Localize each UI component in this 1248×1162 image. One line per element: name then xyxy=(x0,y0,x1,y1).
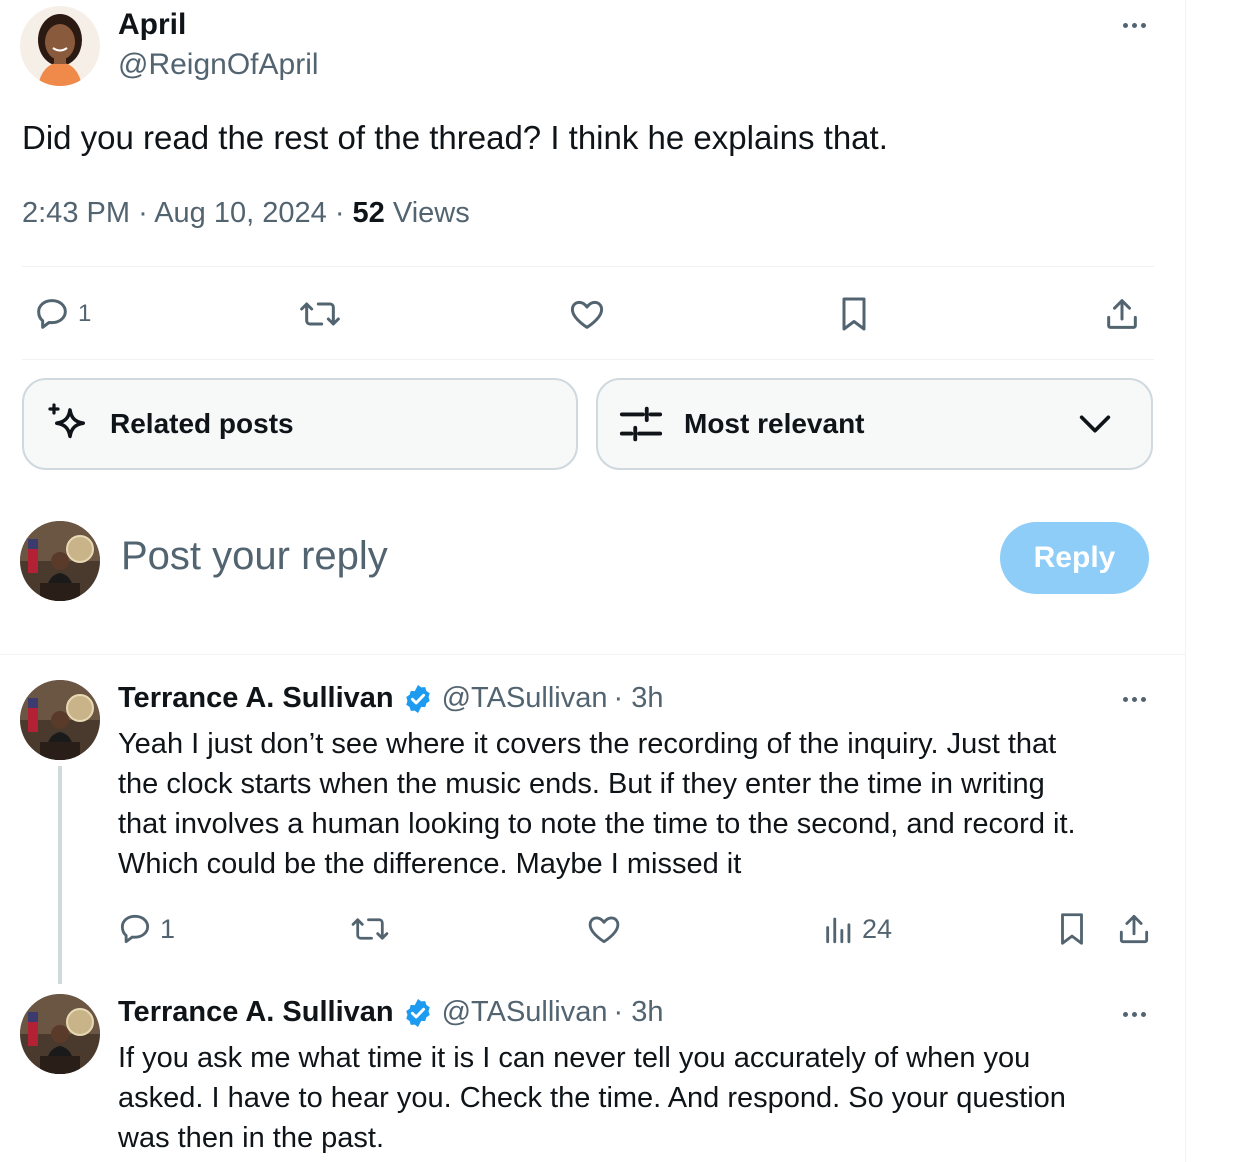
views-count: 52 xyxy=(352,197,385,229)
reply-text-line: that involves a human looking to note th… xyxy=(118,808,1076,840)
reply-text-line: was then in the past. xyxy=(118,1122,384,1154)
comment-icon xyxy=(120,914,150,944)
retweet-action[interactable] xyxy=(298,294,342,334)
sliders-icon xyxy=(619,406,663,442)
more-icon[interactable] xyxy=(1114,1004,1154,1024)
reply-action[interactable]: 1 xyxy=(116,910,175,948)
timeline-column: April @ReignOfApril Did you read the res… xyxy=(0,0,1186,1162)
share-icon xyxy=(1119,914,1149,944)
reply-time[interactable]: · 3h xyxy=(614,682,664,715)
like-action[interactable] xyxy=(585,910,623,948)
sparkle-icon xyxy=(48,403,85,439)
share-icon xyxy=(1107,299,1137,329)
reply-author-handle[interactable]: @TASullivan xyxy=(442,996,608,1029)
reply-author-name[interactable]: Terrance A. Sullivan xyxy=(118,996,394,1029)
views-action[interactable]: 24 xyxy=(822,910,892,948)
reply-text-line: the clock starts when the music ends. Bu… xyxy=(118,768,1045,800)
bookmark-icon xyxy=(1061,913,1083,945)
right-pane xyxy=(1187,0,1248,1162)
retweet-icon xyxy=(351,918,389,940)
reply-text: If you ask me what time it is I can neve… xyxy=(118,1038,1158,1158)
reply-text-line: Which could be the difference. Maybe I m… xyxy=(118,848,742,880)
reply-header: Terrance A. Sullivan @TASullivan · 3h xyxy=(118,682,664,715)
reply-text-line: Yeah I just don’t see where it covers th… xyxy=(118,728,1057,760)
verified-badge-icon xyxy=(405,684,430,713)
divider xyxy=(0,654,1186,655)
author-name[interactable]: April xyxy=(118,8,186,42)
bookmark-icon xyxy=(842,297,866,331)
like-icon xyxy=(570,300,604,329)
reply-count: 1 xyxy=(78,300,92,327)
divider xyxy=(22,359,1154,360)
more-icon[interactable] xyxy=(1114,15,1154,35)
reply-text: Yeah I just don’t see where it covers th… xyxy=(118,724,1158,884)
user-avatar[interactable] xyxy=(20,521,100,601)
share-action[interactable] xyxy=(1102,294,1142,334)
reply-author-name[interactable]: Terrance A. Sullivan xyxy=(118,682,394,715)
retweet-icon xyxy=(300,302,340,326)
bookmark-action[interactable] xyxy=(834,294,874,334)
views-icon xyxy=(826,917,851,944)
share-action[interactable] xyxy=(1115,910,1153,948)
reply-avatar[interactable] xyxy=(20,680,100,760)
reply-input[interactable]: Post your reply xyxy=(121,534,388,579)
reply-button[interactable]: Reply xyxy=(1000,522,1149,594)
comment-icon xyxy=(37,299,67,329)
post-meta: 2:43 PM · Aug 10, 2024 · 52 Views xyxy=(22,197,470,230)
chevron-down-icon xyxy=(1079,415,1111,433)
verified-badge-icon xyxy=(405,998,430,1027)
sort-dropdown[interactable]: Most relevant xyxy=(596,378,1153,470)
view-count: 24 xyxy=(862,913,893,944)
meta-separator: · xyxy=(334,197,345,229)
post-date[interactable]: Aug 10, 2024 xyxy=(154,197,327,229)
like-action[interactable] xyxy=(567,294,607,334)
reply-author-handle[interactable]: @TASullivan xyxy=(442,682,608,715)
reply-header: Terrance A. Sullivan @TASullivan · 3h xyxy=(118,996,664,1029)
views-label: Views xyxy=(392,197,470,229)
post-text: Did you read the rest of the thread? I t… xyxy=(22,119,888,156)
meta-separator: · xyxy=(138,197,148,229)
more-icon[interactable] xyxy=(1114,689,1154,709)
reply-time[interactable]: · 3h xyxy=(614,996,664,1029)
author-handle[interactable]: @ReignOfApril xyxy=(118,48,319,82)
related-posts-label: Related posts xyxy=(110,408,294,439)
reply-count: 1 xyxy=(160,913,176,944)
reply-text-line: If you ask me what time it is I can neve… xyxy=(118,1042,1031,1074)
divider xyxy=(22,266,1154,267)
reply-action[interactable]: 1 xyxy=(32,294,91,334)
reply-avatar[interactable] xyxy=(20,994,100,1074)
bookmark-action[interactable] xyxy=(1053,910,1091,948)
author-avatar[interactable] xyxy=(20,6,100,86)
like-icon xyxy=(588,916,620,944)
reply-text-line: asked. I have to hear you. Check the tim… xyxy=(118,1082,1066,1114)
sort-label: Most relevant xyxy=(684,408,865,439)
post-time[interactable]: 2:43 PM xyxy=(22,197,130,229)
related-posts-button[interactable]: Related posts xyxy=(22,378,578,470)
retweet-action[interactable] xyxy=(350,910,390,948)
thread-line xyxy=(58,766,62,984)
